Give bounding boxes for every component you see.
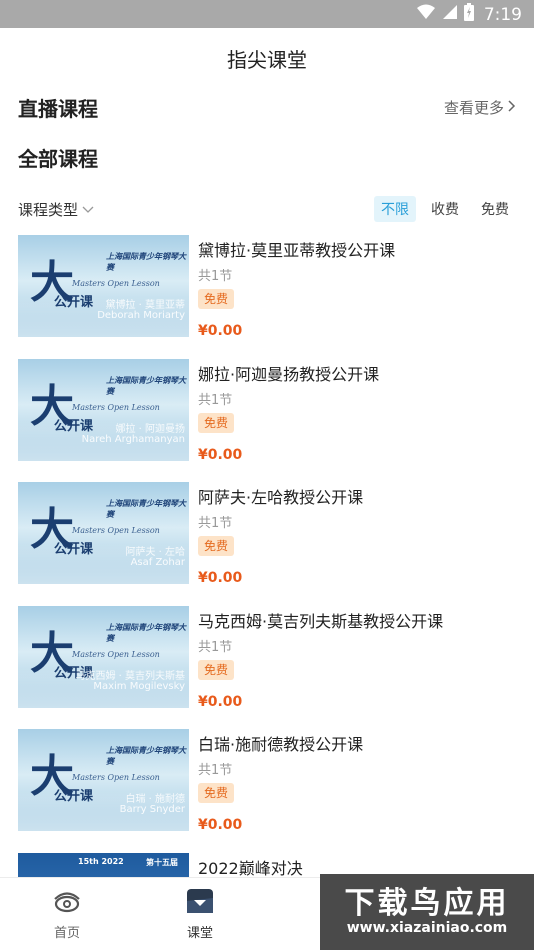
course-list: 上海国际青少年钢琴大赛 大 Masters Open Lesson 公开课 黛博…: [0, 235, 534, 950]
watermark-logo: 下载鸟应用 www.xiazainiao.com: [320, 874, 534, 950]
thumb-script: Masters Open Lesson: [72, 279, 160, 288]
all-section-header: 全部课程: [0, 140, 534, 174]
thumb-script: Masters Open Lesson: [72, 773, 160, 782]
free-badge: 免费: [198, 289, 235, 309]
course-title: 2022巅峰对决: [198, 858, 303, 878]
course-type-label: 课程类型: [18, 200, 79, 219]
status-icons: 7:19: [416, 3, 522, 26]
filter-tab-free[interactable]: 免费: [474, 196, 516, 222]
thumb-event-title: 上海国际青少年钢琴大赛: [106, 375, 186, 396]
thumb-year: 15th 2022: [78, 856, 124, 866]
free-badge: 免费: [198, 412, 235, 433]
thumb-edition: 第十五届: [146, 857, 178, 867]
watermark-url: www.xiazainiao.com: [346, 920, 508, 937]
price-filter-tabs: 不限 收费 免费: [374, 196, 516, 222]
course-title: 白瑞·施耐德教授公开课: [198, 735, 364, 754]
thumb-en-name: Deborah Moriarty: [97, 310, 185, 321]
thumb-cn-name: 马克西姆 · 莫吉列夫斯基: [75, 670, 185, 682]
tab-classroom-label: 课堂: [186, 926, 213, 941]
watermark-title: 下载鸟应用: [344, 886, 510, 922]
thumb-script: Masters Open Lesson: [72, 402, 160, 412]
chevron-down-icon: [82, 200, 94, 218]
chevron-right-icon: [508, 98, 516, 116]
thumb-event-title: 上海国际青少年钢琴大赛: [106, 499, 186, 519]
status-time: 7:19: [483, 4, 522, 25]
filter-row: 课程类型 不限 收费 免费: [0, 194, 534, 224]
course-title: 阿萨夫·左哈教授公开课: [198, 488, 364, 507]
battery-icon: [463, 3, 474, 26]
status-bar: 7:19: [0, 0, 534, 28]
course-lesson-count: 共1节: [198, 639, 233, 655]
thumb-en-name: Barry Snyder: [119, 804, 185, 815]
thumb-open-class: 公开课: [54, 542, 94, 557]
thumb-en-name: Nareh Arghamanyan: [81, 433, 185, 445]
course-thumbnail: 上海国际青少年钢琴大赛 大 Masters Open Lesson 公开课 黛博…: [18, 235, 189, 337]
thumb-event-title: 上海国际青少年钢琴大赛: [106, 252, 186, 272]
wifi-icon: [416, 4, 436, 25]
page-title: 指尖课堂: [227, 47, 307, 72]
thumb-open-class: 公开课: [54, 418, 94, 434]
free-badge: 免费: [198, 783, 235, 803]
course-item[interactable]: 上海国际青少年钢琴大赛 大 Masters Open Lesson 公开课 阿萨…: [0, 482, 534, 606]
thumb-en-name: Maxim Mogilevsky: [93, 680, 185, 692]
thumb-open-class: 公开课: [54, 295, 94, 310]
thumb-script: Masters Open Lesson: [72, 526, 160, 535]
course-thumbnail: 上海国际青少年钢琴大赛 大 Masters Open Lesson 公开课 阿萨…: [18, 482, 189, 584]
thumb-cn-name: 阿萨夫 · 左哈: [125, 547, 185, 558]
app-header: 指尖课堂: [0, 28, 534, 88]
course-price: ¥0.00: [198, 446, 243, 463]
course-type-dropdown[interactable]: 课程类型: [18, 199, 94, 220]
tab-home[interactable]: 首页: [27, 886, 107, 941]
thumb-cn-name: 白瑞 · 施耐德: [125, 794, 185, 805]
thumb-event-title: 上海国际青少年钢琴大赛: [106, 622, 186, 643]
course-price: ¥0.00: [198, 693, 243, 710]
course-lesson-count: 共1节: [198, 269, 233, 284]
thumb-cn-name: 黛博拉 · 莫里亚蒂: [105, 300, 185, 311]
tab-classroom[interactable]: 课堂: [160, 886, 240, 941]
thumb-event-title: 上海国际青少年钢琴大赛: [106, 746, 186, 766]
live-section-header: 直播课程 查看更多: [0, 90, 534, 124]
view-more-label: 查看更多: [443, 98, 504, 117]
course-price: ¥0.00: [198, 323, 243, 339]
course-item[interactable]: 上海国际青少年钢琴大赛 大 Masters Open Lesson 公开课 黛博…: [0, 235, 534, 359]
tab-home-label: 首页: [53, 926, 80, 941]
filter-tab-paid[interactable]: 收费: [424, 196, 466, 222]
view-more-link[interactable]: 查看更多: [444, 97, 516, 118]
all-section-title: 全部课程: [18, 146, 98, 171]
course-thumbnail: 上海国际青少年钢琴大赛 大 Masters Open Lesson 公开课 马克…: [18, 605, 189, 708]
thumb-open-class: 公开课: [54, 789, 94, 804]
course-title: 黛博拉·莫里亚蒂教授公开课: [198, 241, 396, 260]
classroom-icon: [185, 886, 215, 916]
course-lesson-count: 共1节: [198, 392, 233, 408]
course-price: ¥0.00: [198, 817, 243, 833]
course-thumbnail: 上海国际青少年钢琴大赛 大 Masters Open Lesson 公开课 白瑞…: [18, 729, 189, 831]
course-lesson-count: 共1节: [198, 763, 233, 778]
signal-icon: [442, 4, 458, 25]
free-badge: 免费: [198, 536, 235, 556]
course-price: ¥0.00: [198, 570, 243, 586]
thumb-script: Masters Open Lesson: [72, 649, 160, 659]
thumb-cn-name: 娜拉 · 阿迦曼扬: [115, 423, 185, 435]
thumb-en-name: Asaf Zohar: [130, 557, 185, 568]
course-item[interactable]: 上海国际青少年钢琴大赛 大 Masters Open Lesson 公开课 白瑞…: [0, 729, 534, 853]
free-badge: 免费: [198, 659, 235, 680]
course-lesson-count: 共1节: [198, 516, 233, 531]
course-title: 娜拉·阿迦曼扬教授公开课: [198, 364, 380, 384]
course-item[interactable]: 上海国际青少年钢琴大赛 大 Masters Open Lesson 公开课 马克…: [0, 605, 534, 730]
course-item[interactable]: 上海国际青少年钢琴大赛 大 Masters Open Lesson 公开课 娜拉…: [0, 358, 534, 483]
filter-tab-all[interactable]: 不限: [374, 196, 416, 222]
live-section-title: 直播课程: [18, 96, 98, 121]
home-icon: [51, 886, 83, 916]
course-thumbnail: 上海国际青少年钢琴大赛 大 Masters Open Lesson 公开课 娜拉…: [18, 358, 189, 461]
course-title: 马克西姆·莫吉列夫斯基教授公开课: [198, 611, 444, 631]
